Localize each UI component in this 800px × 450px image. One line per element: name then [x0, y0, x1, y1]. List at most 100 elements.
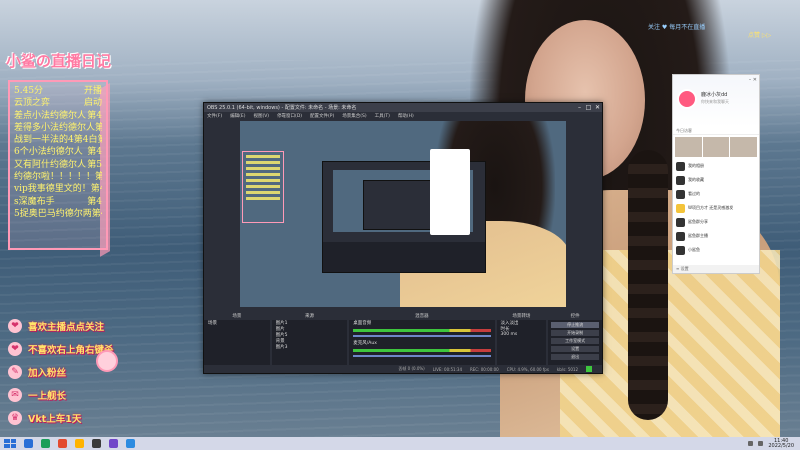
menu-scene-collection[interactable]: 场景集合(S) [342, 113, 366, 119]
exit-button[interactable]: 退出 [551, 354, 599, 360]
diary-row-text: vip我事德里文的！ [14, 184, 91, 195]
taskbar-app-icon[interactable] [41, 439, 50, 448]
volume-icon[interactable] [758, 441, 764, 446]
menu-tools[interactable]: 工具(T) [375, 113, 390, 119]
maximize-icon[interactable]: □ [584, 104, 593, 111]
obs-docks: 场景 场景 来源 图片1 图片 图片5 背景 图片3 混音器 桌面音频 麦克风/… [204, 313, 602, 373]
like-badge: 点赞 ▷▷ [748, 32, 772, 39]
taskbar-app-icon[interactable] [126, 439, 135, 448]
taskbar-app-icon[interactable] [92, 439, 101, 448]
avatar[interactable] [677, 89, 697, 109]
menu-file[interactable]: 文件(F) [207, 113, 222, 119]
diary-row: 又有阿什约德尔人 第5 [14, 159, 102, 171]
list-item-icon [676, 245, 685, 255]
stop-streaming-button[interactable]: 停止推流 [551, 322, 599, 328]
list-item[interactable]: 小鲨鱼 [673, 243, 759, 257]
obs-preview[interactable] [240, 121, 566, 307]
chat-username: 鹿冰小灰dd [701, 92, 728, 98]
chat-bottom-bar[interactable]: ≡ 设置 [673, 265, 759, 273]
chat-visitors-tab[interactable]: 今日访客 [673, 127, 759, 135]
menu-view[interactable]: 视图(V) [253, 113, 269, 119]
list-item-icon [676, 189, 685, 199]
rule-item: ♛ Vkt上车1天 [8, 408, 114, 428]
photo-thumb[interactable] [730, 137, 758, 157]
taskbar-app-icon[interactable] [75, 439, 84, 448]
list-item-label: W项目方才 还是灵感激发 [688, 205, 734, 210]
menu-docks[interactable]: 停靠窗口(D) [277, 113, 302, 119]
diary-row-text: 战到一半法的4第4白 [14, 135, 98, 146]
diary-panel: 5.45分开播云顶之弈启动差点小法约德尔人第4差得多小法约德尔人第4战到一半法的… [8, 80, 108, 250]
menu-edit[interactable]: 编辑(E) [230, 113, 245, 119]
desktop-audio-slider[interactable] [353, 335, 491, 337]
diary-row: 差点小法约德尔人 第4 [14, 110, 102, 122]
list-item-label: 看过的 [688, 191, 700, 196]
taskbar-apps [16, 439, 135, 448]
rule-text: Vkt上车1天 [28, 414, 82, 425]
chat-window: – ✕ 鹿冰小灰dd 你快来和我聊天 今日访客 我的相册我的收藏看过的 W项目方才… [672, 74, 760, 274]
taskbar-app-icon[interactable] [58, 439, 67, 448]
chat-close-icon[interactable]: ✕ [753, 77, 757, 83]
menu-help[interactable]: 帮助(H) [398, 113, 414, 119]
list-item-label: 我的收藏 [688, 177, 704, 182]
obs-titlebar[interactable]: OBS 25.0.1 (64-bit, windows) - 配置文件: 未命名… [204, 103, 602, 112]
settings-button[interactable]: 设置 [551, 346, 599, 352]
list-item-icon [676, 231, 685, 241]
minimize-icon[interactable]: – [575, 104, 584, 111]
rule-item: ❤ 喜欢主播点点关注 [8, 316, 114, 336]
taskbar-app-icon[interactable] [109, 439, 118, 448]
chat-minimize-icon[interactable]: – [749, 77, 752, 83]
menu-profile[interactable]: 配置文件(P) [310, 113, 334, 119]
chat-header: – ✕ 鹿冰小灰dd 你快来和我聊天 [673, 75, 759, 127]
diary-row: 约德尔啦！！！！！第5 [14, 171, 102, 183]
list-item[interactable]: 我的相册 [673, 159, 759, 173]
diary-row-rank: 第6 [97, 135, 102, 146]
transition-duration[interactable]: 300 ms [497, 332, 547, 338]
diary-title: 小鲨の直播日记 [6, 52, 112, 70]
diary-row: 5.45分 开播 [14, 85, 102, 97]
photo-thumb[interactable] [702, 137, 730, 157]
rule-icon: ❤ [8, 342, 22, 356]
dock-transitions-title: 场景转场 [496, 313, 547, 320]
diary-row-text: 5捉奥巴马约德尔两 [14, 208, 92, 219]
close-icon[interactable]: ✕ [593, 104, 602, 111]
dock-sources-title: 来源 [271, 313, 348, 320]
studio-mode-button[interactable]: 工作室模式 [551, 338, 599, 344]
taskbar-app-icon[interactable] [24, 439, 33, 448]
obs-menubar: 文件(F) 编辑(E) 视图(V) 停靠窗口(D) 配置文件(P) 场景集合(S… [204, 112, 602, 120]
diary-row-rank: 第4 [87, 110, 102, 121]
list-item[interactable]: 鲨鱼群主播 [673, 229, 759, 243]
list-item[interactable]: W项目方才 还是灵感激发 [673, 201, 759, 215]
photo-thumb[interactable] [675, 137, 702, 157]
list-item[interactable]: 我的收藏 [673, 173, 759, 187]
diary-row-rank: 开播 [83, 86, 102, 96]
diary-row: 战到一半法的4第4白第6 [14, 134, 102, 146]
system-tray: 11:40 2022/5/20 [748, 438, 800, 449]
list-item[interactable]: 看过的 [673, 187, 759, 201]
heart-sticker [96, 350, 118, 372]
clock[interactable]: 11:40 2022/5/20 [768, 438, 794, 449]
start-recording-button[interactable]: 开始录制 [551, 330, 599, 336]
list-item-label: 我的相册 [688, 163, 704, 168]
mic-audio-slider[interactable] [353, 355, 491, 357]
diary-row-rank: 第4 [95, 122, 102, 133]
diary-row-text: 差点小法约德尔人 [14, 110, 87, 121]
rule-text: 加入粉丝 [28, 368, 67, 379]
dock-sources: 来源 图片1 图片 图片5 背景 图片3 [271, 313, 348, 365]
scene-item[interactable]: 场景 [204, 320, 270, 326]
chat-window-controls: – ✕ [749, 77, 757, 83]
top-right-caption: 关注 ♥ 每月不在直播 [648, 24, 706, 31]
preview-diary [242, 151, 284, 223]
diary-row-rank: 第5 [95, 172, 102, 183]
dock-mixer-title: 混音器 [349, 313, 495, 320]
source-item[interactable]: 图片3 [272, 344, 348, 350]
list-item[interactable]: 鲨鱼群分享 [673, 215, 759, 229]
mixer-desktop-label: 桌面音频 [353, 321, 372, 326]
network-icon[interactable] [748, 441, 754, 446]
rule-icon: ✉ [8, 388, 22, 402]
clock-date: 2022/5/20 [768, 442, 794, 449]
diary-row-text: s深魔布手 [14, 196, 55, 207]
diary-row-rank: 第4 [91, 208, 102, 219]
status-cpu: CPU: 4.9%, 60.00 fps [506, 366, 549, 372]
start-button[interactable] [4, 439, 16, 448]
diary-row-text: 云顶之弈 [14, 98, 51, 109]
